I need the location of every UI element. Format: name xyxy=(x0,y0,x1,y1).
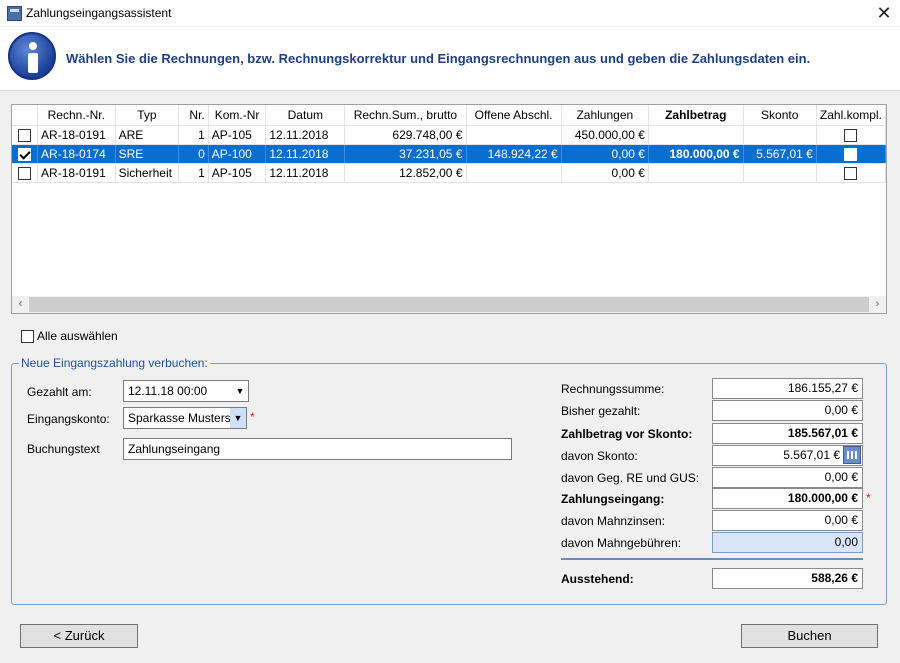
row-select-checkbox[interactable] xyxy=(18,147,32,161)
cell-rechnr: AR-18-0174 xyxy=(37,144,116,164)
cell-datum: 12.11.2018 xyxy=(265,125,346,145)
required-marker: * xyxy=(866,491,871,505)
bisher-gezahlt-field: 0,00 € xyxy=(712,400,863,421)
buchungstext-label: Buchungstext xyxy=(27,442,100,456)
col-header-typ[interactable]: Typ xyxy=(115,105,180,126)
vor-skonto-field: 185.567,01 € xyxy=(712,423,863,444)
select-all-checkbox[interactable] xyxy=(21,330,34,343)
invoice-grid[interactable]: Rechn.-Nr. Typ Nr. Kom.-Nr Datum Rechn.S… xyxy=(11,104,887,314)
cell-summe: 629.748,00 € xyxy=(344,125,467,145)
ausstehend-label: Ausstehend: xyxy=(561,572,634,586)
col-header-offen[interactable]: Offene Abschl. xyxy=(466,105,562,126)
cell-offen xyxy=(466,163,562,183)
col-header-zahlungen[interactable]: Zahlungen xyxy=(561,105,649,126)
scroll-thumb[interactable] xyxy=(29,297,869,312)
cell-kom: AP-100 xyxy=(208,144,267,164)
rechnungssumme-label: Rechnungssumme: xyxy=(561,382,665,396)
geg-re-gus-field[interactable]: 0,00 € xyxy=(712,467,863,488)
required-marker: * xyxy=(250,410,255,424)
back-button[interactable]: < Zurück xyxy=(20,624,138,648)
ausstehend-field: 588,26 € xyxy=(712,568,863,589)
summary-separator xyxy=(561,558,863,560)
book-button[interactable]: Buchen xyxy=(741,624,878,648)
col-header-kompl[interactable]: Zahl.kompl. xyxy=(816,105,886,126)
eingangskonto-value: Sparkasse Musterst xyxy=(128,411,235,425)
cell-summe: 12.852,00 € xyxy=(344,163,467,183)
table-row[interactable]: AR-18-0191 Sicherheit 1 AP-105 12.11.201… xyxy=(12,163,886,183)
cell-typ: Sicherheit xyxy=(115,163,180,183)
kompl-checkbox[interactable] xyxy=(844,128,858,142)
horizontal-scrollbar[interactable]: ‹ › xyxy=(12,296,886,313)
groupbox-legend: Neue Eingangszahlung verbuchen: xyxy=(19,356,210,370)
mahngebuehren-label: davon Mahngebühren: xyxy=(561,536,682,550)
col-header-zahlbetrag[interactable]: Zahlbetrag xyxy=(648,105,744,126)
cell-nr: 0 xyxy=(178,144,209,164)
close-icon[interactable]: ✕ xyxy=(870,2,898,24)
banner-text: Wählen Sie die Rechnungen, bzw. Rechnung… xyxy=(66,51,811,66)
gezahlt-datetime-picker[interactable]: 12.11.18 00:00 ▼ xyxy=(123,380,249,402)
col-header-kom[interactable]: Kom.-Nr xyxy=(208,105,267,126)
cell-zahlungen: 0,00 € xyxy=(561,144,649,164)
table-row[interactable]: AR-18-0191 ARE 1 AP-105 12.11.2018 629.7… xyxy=(12,125,886,145)
cell-typ: ARE xyxy=(115,125,180,145)
scroll-left-icon[interactable]: ‹ xyxy=(12,296,29,313)
cell-zahlungen: 450.000,00 € xyxy=(561,125,649,145)
col-header-rechnr[interactable]: Rechn.-Nr. xyxy=(37,105,116,126)
row-select-checkbox[interactable] xyxy=(18,128,32,142)
vor-skonto-label: Zahlbetrag vor Skonto: xyxy=(561,427,693,441)
col-header-nr[interactable]: Nr. xyxy=(178,105,209,126)
cell-skonto[interactable]: 5.567,01 € xyxy=(743,144,817,164)
cell-skonto[interactable] xyxy=(743,163,817,183)
cell-zahlungen: 0,00 € xyxy=(561,163,649,183)
col-header-select[interactable] xyxy=(12,105,39,126)
cell-datum: 12.11.2018 xyxy=(265,144,346,164)
cell-skonto[interactable] xyxy=(743,125,817,145)
kompl-checkbox[interactable] xyxy=(844,166,858,180)
kompl-checkbox[interactable] xyxy=(844,147,858,161)
cell-rechnr: AR-18-0191 xyxy=(37,163,116,183)
calculator-icon[interactable] xyxy=(843,446,861,464)
geg-re-gus-label: davon Geg. RE und GUS: xyxy=(561,471,700,485)
cell-kom: AP-105 xyxy=(208,125,267,145)
zahlungseingang-field[interactable]: 180.000,00 € xyxy=(712,488,863,509)
davon-skonto-field[interactable]: 5.567,01 € xyxy=(712,445,863,466)
cell-offen: 148.924,22 € xyxy=(466,144,562,164)
davon-skonto-label: davon Skonto: xyxy=(561,449,638,463)
cell-zahlbetrag[interactable] xyxy=(648,125,744,145)
app-icon xyxy=(7,6,22,21)
cell-nr: 1 xyxy=(178,125,209,145)
scroll-right-icon[interactable]: › xyxy=(869,296,886,313)
chevron-down-icon[interactable]: ▼ xyxy=(232,381,248,401)
eingangskonto-select[interactable]: Sparkasse Musterst ▼ xyxy=(123,407,247,429)
col-header-datum[interactable]: Datum xyxy=(265,105,346,126)
col-header-skonto[interactable]: Skonto xyxy=(743,105,817,126)
cell-offen xyxy=(466,125,562,145)
select-all-label[interactable]: Alle auswählen xyxy=(37,329,118,343)
zahlungseingang-label: Zahlungseingang: xyxy=(561,492,665,506)
cell-datum: 12.11.2018 xyxy=(265,163,346,183)
cell-summe: 37.231,05 € xyxy=(344,144,467,164)
mahngebuehren-field[interactable]: 0,00 xyxy=(712,532,863,553)
cell-zahlbetrag[interactable] xyxy=(648,163,744,183)
mahnzinsen-field[interactable]: 0,00 € xyxy=(712,510,863,531)
window-title: Zahlungseingangsassistent xyxy=(26,6,172,20)
cell-nr: 1 xyxy=(178,163,209,183)
table-row[interactable]: AR-18-0174 SRE 0 AP-100 12.11.2018 37.23… xyxy=(12,144,886,164)
eingangskonto-label: Eingangskonto: xyxy=(27,412,110,426)
cell-typ: SRE xyxy=(115,144,180,164)
chevron-down-icon[interactable]: ▼ xyxy=(230,408,246,428)
col-header-summe[interactable]: Rechn.Sum., brutto xyxy=(344,105,467,126)
mahnzinsen-label: davon Mahnzinsen: xyxy=(561,514,666,528)
bisher-gezahlt-label: Bisher gezahlt: xyxy=(561,404,641,418)
gezahlt-label: Gezahlt am: xyxy=(27,385,92,399)
rechnungssumme-field: 186.155,27 € xyxy=(712,378,863,399)
gezahlt-value: 12.11.18 00:00 xyxy=(128,384,208,398)
cell-rechnr: AR-18-0191 xyxy=(37,125,116,145)
cell-kom: AP-105 xyxy=(208,163,267,183)
buchungstext-input[interactable]: Zahlungseingang xyxy=(123,438,512,460)
cell-zahlbetrag[interactable]: 180.000,00 € xyxy=(648,144,744,164)
row-select-checkbox[interactable] xyxy=(18,166,32,180)
info-icon xyxy=(8,32,56,80)
grid-header: Rechn.-Nr. Typ Nr. Kom.-Nr Datum Rechn.S… xyxy=(12,105,886,126)
